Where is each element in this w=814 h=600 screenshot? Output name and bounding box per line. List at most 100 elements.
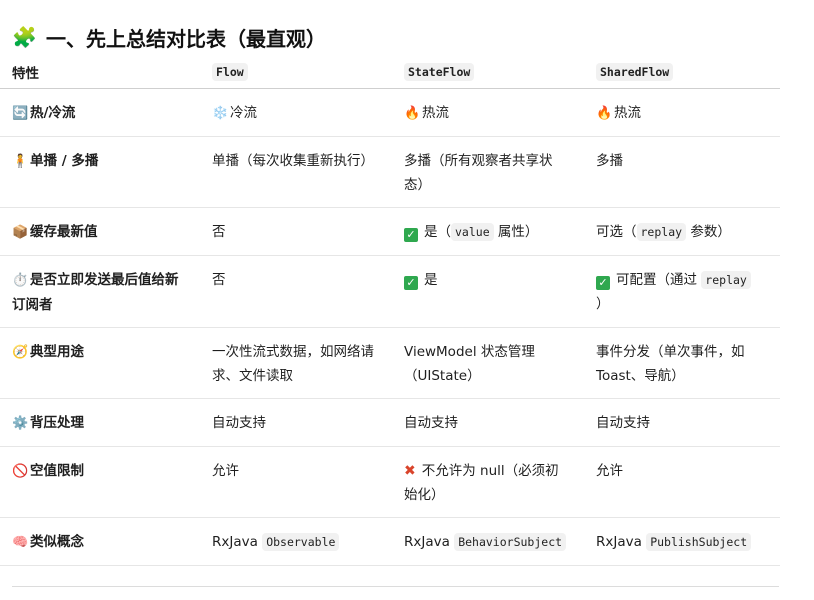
flow-cell: 允许 — [200, 446, 392, 518]
feature-cell: 🧭 典型用途 — [0, 327, 200, 399]
feature-label: 典型用途 — [30, 344, 84, 360]
cross-icon: ✖ — [404, 463, 416, 479]
table-row: 🔄 热/冷流 ❄️ 冷流 🔥 热流 🔥 热流 — [0, 88, 780, 137]
divider — [12, 586, 779, 587]
flow-cell: 自动支持 — [200, 398, 392, 447]
section-heading: 🧩 一、先上总结对比表（最直观） — [12, 22, 326, 52]
feature-cell: ⚙️ 背压处理 — [0, 398, 200, 447]
cell-text: RxJava — [212, 534, 263, 550]
comparison-table: 特性 Flow StateFlow SharedFlow 🔄 热/冷流 ❄️ 冷流 🔥 热… — [0, 56, 780, 566]
header-flow: Flow — [200, 56, 392, 89]
cell-text: RxJava — [596, 534, 647, 550]
flow-cell: 否 — [200, 255, 392, 328]
flow-cell: 一次性流式数据，如网络请求、文件读取 — [200, 327, 392, 399]
stateflow-cell: ViewModel 状态管理（UIState） — [392, 327, 584, 399]
sharedflow-cell: 自动支持 — [584, 398, 780, 447]
cell-text: 冷流 — [230, 105, 257, 121]
check-icon: ✓ — [404, 276, 418, 290]
flow-cell: ❄️ 冷流 — [200, 88, 392, 137]
stateflow-cell: 🔥 热流 — [392, 88, 584, 137]
inline-code: value — [451, 223, 494, 241]
sharedflow-cell: RxJava PublishSubject — [584, 517, 780, 566]
check-icon: ✓ — [404, 228, 418, 242]
flow-cell: RxJava Observable — [200, 517, 392, 566]
cell-text: 否 — [212, 272, 226, 288]
fire-icon: 🔥 — [596, 106, 613, 121]
feature-cell: 🧍 单播 / 多播 — [0, 136, 200, 208]
cell-text: 事件分发（单次事件，如 Toast、导航） — [596, 344, 745, 384]
stateflow-cell: 自动支持 — [392, 398, 584, 447]
cell-text: 允许 — [596, 463, 623, 479]
feature-label: 类似概念 — [30, 534, 84, 550]
cell-text: 否 — [212, 224, 226, 240]
table-row: ⏱️ 是否立即发送最后值给新订阅者否 ✓ 是 ✓ 可配置（通过 replay ） — [0, 255, 780, 328]
stateflow-cell: ✓ 是 — [392, 255, 584, 328]
cell-text: 参数） — [686, 224, 731, 240]
snowflake-icon: ❄️ — [212, 106, 229, 121]
feature-label: 背压处理 — [30, 415, 84, 431]
stopwatch-icon: ⏱️ — [12, 273, 29, 288]
stateflow-cell: ✖ 不允许为 null（必须初始化） — [392, 446, 584, 518]
feature-label: 热/冷流 — [30, 105, 76, 121]
sharedflow-cell: 可选（ replay 参数） — [584, 207, 780, 256]
table-row: 🧭 典型用途 一次性流式数据，如网络请求、文件读取 ViewModel 状态管理（UI… — [0, 327, 780, 399]
table-row: 🧍 单播 / 多播 单播（每次收集重新执行） 多播（所有观察者共享状态） 多播 — [0, 136, 780, 208]
cell-text: 热流 — [614, 105, 641, 121]
cell-text: 单播（每次收集重新执行） — [212, 153, 374, 169]
cell-text: 不允许为 null（必须初始化） — [404, 463, 559, 503]
sharedflow-cell: 多播 — [584, 136, 780, 208]
table-row: ⚙️ 背压处理 自动支持 自动支持 自动支持 — [0, 398, 780, 447]
stateflow-cell: RxJava BehaviorSubject — [392, 517, 584, 566]
cell-text: 是 — [424, 272, 438, 288]
person-icon: 🧍 — [12, 154, 29, 169]
cell-text: 属性） — [493, 224, 539, 240]
feature-label: 缓存最新值 — [30, 224, 98, 240]
sharedflow-cell: ✓ 可配置（通过 replay ） — [584, 255, 780, 328]
cell-text: 自动支持 — [212, 415, 266, 431]
table-body: 🔄 热/冷流 ❄️ 冷流 🔥 热流 🔥 热流 🧍 单播 / 多播 单播（每次收集重新执行） 多播（所有… — [0, 88, 780, 566]
feature-cell: 🧠 类似概念 — [0, 517, 200, 566]
inline-code: Observable — [262, 533, 340, 551]
feature-cell: 🚫 空值限制 — [0, 446, 200, 518]
table-header-row: 特性 Flow StateFlow SharedFlow — [0, 56, 780, 89]
inline-code: PublishSubject — [646, 533, 752, 551]
cell-text: 自动支持 — [404, 415, 458, 431]
document-page: 🧩 一、先上总结对比表（最直观） 特性 Flow StateFlow Share… — [0, 0, 814, 600]
cell-text: 自动支持 — [596, 415, 650, 431]
table-row: 📦 缓存最新值 否 ✓ 是（ value 属性） 可选（ replay 参数） — [0, 207, 780, 256]
inline-code: BehaviorSubject — [454, 533, 567, 551]
compass-icon: 🧭 — [12, 345, 29, 360]
inline-code: replay — [636, 223, 687, 241]
refresh-icon: 🔄 — [12, 106, 29, 121]
table-row: 🧠 类似概念 RxJava Observable RxJava BehaviorSub… — [0, 517, 780, 566]
stateflow-cell: 多播（所有观察者共享状态） — [392, 136, 584, 208]
prohibited-icon: 🚫 — [12, 464, 29, 479]
inline-code: replay — [701, 271, 751, 289]
section-heading-text: 一、先上总结对比表（最直观） — [46, 26, 326, 51]
cell-text: 是（ — [424, 224, 451, 240]
header-sharedflow: SharedFlow — [584, 56, 780, 89]
feature-cell: 🔄 热/冷流 — [0, 88, 200, 137]
cell-text: RxJava — [404, 534, 455, 550]
stateflow-cell: ✓ 是（ value 属性） — [392, 207, 584, 256]
feature-cell: ⏱️ 是否立即发送最后值给新订阅者 — [0, 255, 200, 328]
sharedflow-cell: 允许 — [584, 446, 780, 518]
cell-text: 热流 — [422, 105, 449, 121]
feature-label: 是否立即发送最后值给新订阅者 — [12, 272, 179, 313]
flow-cell: 单播（每次收集重新执行） — [200, 136, 392, 208]
header-feature: 特性 — [0, 56, 200, 89]
sharedflow-cell: 事件分发（单次事件，如 Toast、导航） — [584, 327, 780, 399]
fire-icon: 🔥 — [404, 106, 421, 121]
cell-text: ViewModel 状态管理（UIState） — [404, 344, 535, 384]
table-row: 🚫 空值限制 允许 ✖ 不允许为 null（必须初始化） 允许 — [0, 446, 780, 518]
cell-text: 一次性流式数据，如网络请求、文件读取 — [212, 344, 374, 384]
check-icon: ✓ — [596, 276, 610, 290]
brain-icon: 🧠 — [12, 535, 29, 550]
cell-text: 多播（所有观察者共享状态） — [404, 153, 553, 193]
header-stateflow: StateFlow — [392, 56, 584, 89]
cell-text: ） — [596, 296, 610, 312]
package-icon: 📦 — [12, 225, 29, 240]
puzzle-icon: 🧩 — [12, 25, 37, 49]
sharedflow-cell: 🔥 热流 — [584, 88, 780, 137]
cell-text: 允许 — [212, 463, 239, 479]
